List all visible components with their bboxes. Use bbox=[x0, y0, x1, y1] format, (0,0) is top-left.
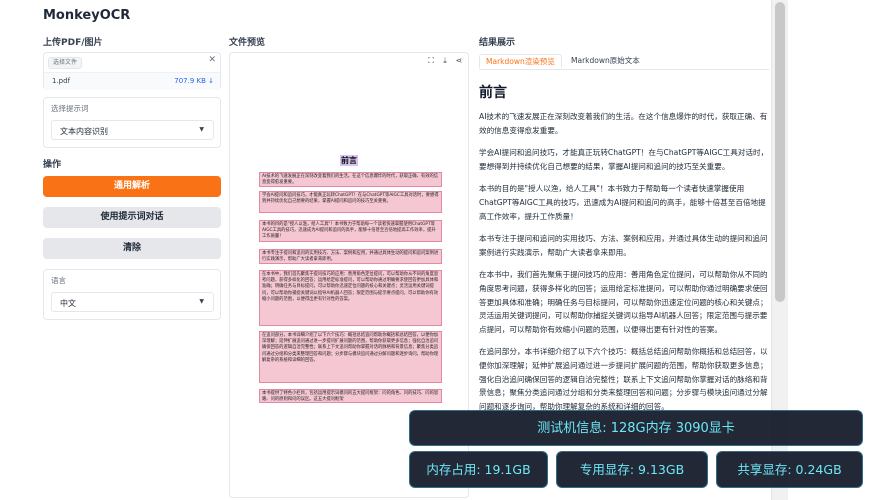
close-icon[interactable]: ✕ bbox=[208, 55, 216, 65]
tab-markdown-preview[interactable]: Markdown渲染预览 bbox=[479, 54, 562, 69]
file-name: 1.pdf bbox=[52, 77, 71, 85]
app-title: MonkeyOCR bbox=[43, 8, 131, 23]
md-paragraph: 本书专注于提问和追问的实用技巧、方法、案例和应用，并通过具体生动的提问和追问案例… bbox=[479, 234, 768, 257]
md-paragraph: AI技术的飞速发展正在深刻改变着我们的生活。在这个信息爆炸的时代，获取正确、有效… bbox=[479, 112, 768, 135]
pdf-block: 在本书中，我们首先聚焦于提问技巧的应用：善用角色定位提问，可以帮助你从不同的角度… bbox=[259, 270, 442, 326]
share-icon[interactable]: ⋖ bbox=[454, 56, 464, 66]
prompt-select-value: 文本内容识别 bbox=[60, 127, 108, 136]
result-tabs: Markdown渲染预览 Markdown原始文本 bbox=[479, 52, 769, 70]
download-icon[interactable]: ⤓ bbox=[440, 56, 450, 66]
language-select-value: 中文 bbox=[60, 299, 76, 308]
preview-title: 文件预览 bbox=[229, 38, 266, 48]
chevron-down-icon: ▼ bbox=[199, 126, 204, 133]
choose-file-chip[interactable]: 选择文件 bbox=[48, 57, 83, 69]
prompt-chat-button[interactable]: 使用提示词对话 bbox=[43, 207, 221, 228]
pdf-block: 本书提供了特色小栏目，包括运用提示词模问的五大提问框架：问的角色、问的技巧、问的… bbox=[259, 389, 442, 403]
memory-usage: 内存占用: 19.1GB bbox=[409, 451, 548, 488]
md-paragraph: 在本书中，我们首先聚焦于提问技巧的应用：善用角色定位提问，可以帮助你从不同的角度… bbox=[479, 270, 768, 334]
file-row[interactable]: 1.pdf 707.9 KB ↓ bbox=[44, 72, 220, 90]
scrollbar-thumb[interactable] bbox=[775, 2, 785, 302]
fullscreen-icon[interactable]: ⛶ bbox=[426, 56, 436, 66]
md-paragraph: 本书的目的是"授人以渔，给人工具"！本书致力于帮助每一个读者快速掌握使用Chat… bbox=[479, 184, 766, 221]
prompt-panel-title: 选择提示词 bbox=[51, 104, 89, 113]
pdf-block: 本书的目的是"授人以渔，给人工具"！本书致力于帮助每一个读者快速掌握使用Chat… bbox=[259, 220, 442, 242]
file-size-download-link[interactable]: 707.9 KB ↓ bbox=[174, 77, 214, 85]
md-heading: 前言 bbox=[479, 85, 507, 101]
language-panel: 语言 中文 ▼ bbox=[43, 269, 221, 320]
language-select[interactable]: 中文 ▼ bbox=[51, 292, 214, 312]
prompt-select[interactable]: 文本内容识别 ▼ bbox=[51, 120, 214, 140]
clear-button[interactable]: 清除 bbox=[43, 238, 221, 259]
result-title: 结果展示 bbox=[479, 38, 516, 48]
preview-toolbar: ⛶ ⤓ ⋖ bbox=[426, 56, 464, 66]
chevron-down-icon: ▼ bbox=[199, 298, 204, 305]
pdf-block: AI技术的飞速发展正在深刻改变着我们的生活。在这个信息爆炸的时代，获取正确、有效… bbox=[259, 172, 442, 187]
pdf-heading: 前言 bbox=[340, 155, 358, 166]
actions-label: 操作 bbox=[43, 160, 62, 170]
tab-markdown-raw[interactable]: Markdown原始文本 bbox=[565, 54, 646, 69]
md-paragraph: 在追问部分，本书详细介绍了以下六个技巧：概括总结追问帮助你概括和总结回答，以便你… bbox=[479, 347, 768, 411]
dedicated-gpu-memory: 专用显存: 9.13GB bbox=[556, 451, 708, 488]
pdf-block: 在追问部分，本书详细介绍了以下六个技巧：概括总结追问帮助你概括和总结回答，以便你… bbox=[259, 331, 442, 383]
upload-label: 上传PDF/图片 bbox=[43, 38, 103, 48]
shared-gpu-memory: 共享显存: 0.24GB bbox=[716, 451, 863, 488]
prompt-panel: 选择提示词 文本内容识别 ▼ bbox=[43, 97, 221, 148]
upload-area[interactable]: 选择文件 ✕ 1.pdf 707.9 KB ↓ bbox=[43, 52, 221, 90]
language-panel-title: 语言 bbox=[51, 276, 66, 285]
test-machine-info: 测试机信息: 128G内存 3090显卡 bbox=[409, 410, 863, 446]
pdf-block: 学会AI提问和追问技巧，才能真正玩转ChatGPT！在与ChatGPT等AIGC… bbox=[259, 191, 442, 213]
md-paragraph: 学会AI提问和追问技巧，才能真正玩转ChatGPT！在与ChatGPT等AIGC… bbox=[479, 148, 769, 171]
parse-button[interactable]: 通用解析 bbox=[43, 176, 221, 197]
pdf-block: 本书专注于提问和追问的实用技巧、方法、案例和应用，并通过具体生动的提问和追问案例… bbox=[259, 249, 442, 264]
pdf-page: 前言 AI技术的飞速发展正在深刻改变着我们的生活。在这个信息爆炸的时代，获取正确… bbox=[252, 153, 448, 403]
